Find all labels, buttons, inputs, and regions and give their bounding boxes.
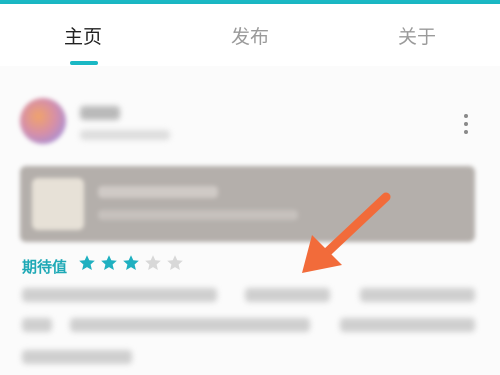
tab-about[interactable]: 关于 (362, 22, 472, 49)
blurred-card-subtitle (98, 210, 298, 220)
blurred-post-meta (80, 130, 170, 140)
star-icon (79, 255, 95, 270)
feed-content: 期待值 (0, 66, 500, 375)
more-vertical-icon[interactable] (458, 112, 474, 136)
blurred-thumbnail (32, 178, 84, 230)
rating-label: 期待值 (22, 258, 68, 276)
star-icon (145, 255, 161, 270)
star-icon (101, 255, 117, 270)
tab-bar: 主页 发布 关于 (0, 4, 500, 66)
blurred-username (80, 106, 120, 120)
blurred-card-title (98, 186, 218, 198)
tab-home[interactable]: 主页 (28, 22, 138, 49)
avatar[interactable] (20, 98, 66, 144)
star-icon (123, 255, 139, 270)
blurred-text-line (22, 288, 217, 302)
blurred-text-line (245, 288, 330, 302)
star-icon (167, 255, 183, 270)
blurred-text-line (70, 318, 310, 332)
blurred-text-line (340, 318, 475, 332)
active-tab-indicator (70, 61, 98, 65)
blurred-text-line (22, 318, 52, 332)
tab-publish[interactable]: 发布 (195, 22, 305, 49)
blurred-text-line (360, 288, 475, 302)
app-screen: 主页 发布 关于 期待值 (0, 0, 500, 375)
blurred-text-line (22, 350, 132, 364)
blurred-media-card[interactable] (20, 166, 475, 242)
